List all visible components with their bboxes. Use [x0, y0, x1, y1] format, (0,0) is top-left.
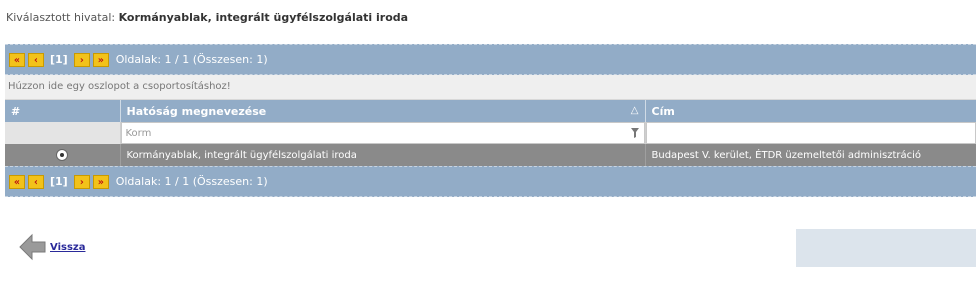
next-page-icon[interactable]: › [73, 52, 90, 67]
office-grid: « ‹ [1] › » Oldalak: 1 / 1 (Összesen: 1)… [5, 44, 976, 197]
group-panel-hint: Húzzon ide egy oszlopot a csoportosításh… [8, 81, 231, 92]
header-row: # Hatóság megnevezése △ Cím [5, 100, 976, 122]
selected-office-value: Kormányablak, integrált ügyfélszolgálati… [118, 11, 409, 24]
cell-address: Budapest V. kerület, ÉTDR üzemeltetői ad… [645, 144, 976, 166]
filter-cell-name [120, 122, 646, 144]
filter-icon[interactable] [630, 127, 640, 139]
column-header-index[interactable]: # [5, 100, 121, 122]
column-header-address[interactable]: Cím [645, 100, 976, 122]
sort-asc-icon: △ [630, 104, 639, 116]
filter-cell-address [645, 122, 976, 144]
prev-page-icon[interactable]: ‹ [28, 174, 44, 189]
prev-page-icon[interactable]: ‹ [28, 52, 44, 67]
filter-cell-index [5, 122, 121, 144]
column-header-name[interactable]: Hatóság megnevezése △ [120, 100, 646, 122]
radio-selected-icon[interactable] [56, 148, 69, 161]
next-page-icon[interactable]: › [73, 174, 90, 189]
page-info: Oldalak: 1 / 1 (Összesen: 1) [115, 175, 268, 188]
cell-name: Kormányablak, integrált ügyfélszolgálati… [120, 144, 646, 166]
last-page-icon[interactable]: » [92, 174, 109, 189]
back-arrow-icon[interactable] [18, 233, 48, 261]
pager-bottom: « ‹ [1] › » Oldalak: 1 / 1 (Összesen: 1) [5, 166, 976, 197]
back-link[interactable]: Vissza [50, 242, 85, 253]
data-table: # Hatóság megnevezése △ Cím Korm Kormány… [5, 100, 976, 166]
selected-office: Kiválasztott hivatal: Kormányablak, inte… [6, 11, 408, 24]
table-row[interactable]: Kormányablak, integrált ügyfélszolgálati… [5, 144, 976, 166]
side-panel [796, 229, 976, 267]
current-page: [1] [50, 53, 68, 66]
current-page: [1] [50, 175, 68, 188]
page-info: Oldalak: 1 / 1 (Összesen: 1) [115, 53, 268, 66]
row-select-cell[interactable] [5, 144, 121, 166]
first-page-icon[interactable]: « [9, 174, 25, 189]
last-page-icon[interactable]: » [92, 52, 109, 67]
group-panel[interactable]: Húzzon ide egy oszlopot a csoportosításh… [5, 75, 976, 100]
pager-top: « ‹ [1] › » Oldalak: 1 / 1 (Összesen: 1) [5, 44, 976, 75]
back-link-group[interactable]: Vissza [18, 233, 85, 261]
first-page-icon[interactable]: « [9, 52, 25, 67]
address-filter-input[interactable] [646, 123, 950, 143]
name-filter-input[interactable] [121, 123, 600, 143]
filter-row [5, 122, 976, 144]
selected-office-label: Kiválasztott hivatal: [6, 11, 116, 24]
